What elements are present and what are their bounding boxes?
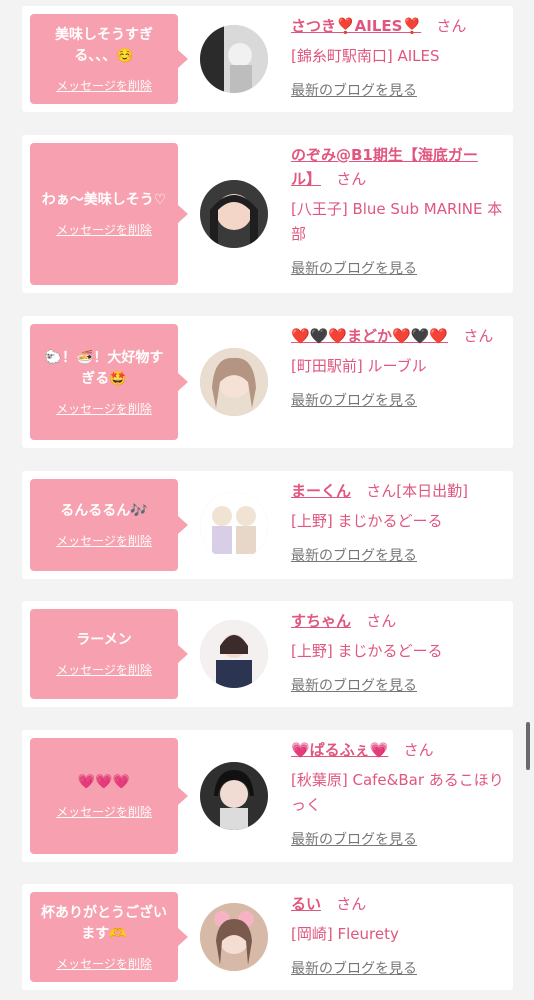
- cast-name-link[interactable]: るい: [291, 895, 321, 913]
- status-suffix: [本日出勤]: [396, 482, 469, 500]
- honorific: さん: [366, 612, 397, 630]
- honorific: さん: [336, 895, 367, 913]
- message-bubble: わぁ〜美味しそう♡ メッセージを削除: [30, 143, 188, 285]
- delete-message-link[interactable]: メッセージを削除: [56, 661, 152, 678]
- cast-info: まーくん さん[本日出勤] [上野] まじかるどーる 最新のブログを見る: [291, 479, 507, 567]
- shop-link[interactable]: [錦糸町駅南口] AILES: [291, 44, 507, 69]
- cast-info: ❤️🖤❤️まどか❤️🖤❤️ さん [町田駅前] ルーブル 最新のブログを見る: [291, 324, 507, 412]
- message-bubble: るんるるん🎶 メッセージを削除: [30, 479, 188, 571]
- delete-message-link[interactable]: メッセージを削除: [56, 400, 152, 417]
- avatar[interactable]: [200, 492, 268, 560]
- latest-blog-link[interactable]: 最新のブログを見る: [291, 829, 507, 851]
- delete-message-link[interactable]: メッセージを削除: [56, 955, 152, 972]
- avatar[interactable]: [200, 762, 268, 830]
- cast-name-link[interactable]: すちゃん: [291, 612, 351, 630]
- message-bubble: 杯ありがとうございます🫶 メッセージを削除: [30, 892, 188, 982]
- message-card: るんるるん🎶 メッセージを削除 まーくん さん[本日出勤] [上野] まじかるど…: [22, 471, 513, 579]
- scrollbar[interactable]: [526, 722, 530, 770]
- cast-info: のぞみ@B1期生【海底ガール】 さん [八王子] Blue Sub MARINE…: [291, 143, 507, 280]
- cast-info: すちゃん さん [上野] まじかるどーる 最新のブログを見る: [291, 609, 507, 697]
- latest-blog-link[interactable]: 最新のブログを見る: [291, 390, 507, 412]
- avatar[interactable]: [200, 348, 268, 416]
- message-text: わぁ〜美味しそう♡: [41, 192, 167, 208]
- cast-name-link[interactable]: ❤️🖤❤️まどか❤️🖤❤️: [291, 327, 448, 345]
- latest-blog-link[interactable]: 最新のブログを見る: [291, 545, 507, 567]
- shop-link[interactable]: [八王子] Blue Sub MARINE 本部: [291, 197, 507, 247]
- avatar[interactable]: [200, 903, 268, 971]
- avatar[interactable]: [200, 180, 268, 248]
- shop-link[interactable]: [町田駅前] ルーブル: [291, 354, 507, 379]
- cast-info: るい さん [岡崎] Fleurety 最新のブログを見る: [291, 892, 507, 980]
- message-bubble: 美味しそうすぎる、、、☺️ メッセージを削除: [30, 14, 188, 104]
- message-text: ラーメン: [76, 632, 132, 648]
- avatar[interactable]: [200, 25, 268, 93]
- message-card: ラーメン メッセージを削除 すちゃん さん [上野] まじかるどーる 最新のブロ…: [22, 601, 513, 707]
- cast-name-link[interactable]: 💗ぱるふぇ💗: [291, 741, 388, 759]
- delete-message-link[interactable]: メッセージを削除: [56, 803, 152, 820]
- honorific: さん: [403, 741, 434, 759]
- cast-info: さつき❣️AILES❣️ さん [錦糸町駅南口] AILES 最新のブログを見る: [291, 14, 507, 102]
- message-card: 美味しそうすぎる、、、☺️ メッセージを削除 さつき❣️AILES❣️ さん […: [22, 6, 513, 112]
- shop-link[interactable]: [上野] まじかるどーる: [291, 509, 507, 534]
- message-text: 💗💗💗: [77, 774, 131, 790]
- latest-blog-link[interactable]: 最新のブログを見る: [291, 258, 507, 280]
- delete-message-link[interactable]: メッセージを削除: [56, 532, 152, 549]
- message-card: 💗💗💗 メッセージを削除 💗ぱるふぇ💗 さん [秋葉原] Cafe&Bar ある…: [22, 730, 513, 862]
- message-text: 🐑！🍜！大好物すぎる🤩: [44, 349, 164, 387]
- message-text: 杯ありがとうございます🫶: [41, 904, 167, 942]
- honorific: さん: [336, 170, 367, 188]
- honorific: さん: [436, 17, 467, 35]
- delete-message-link[interactable]: メッセージを削除: [56, 77, 152, 94]
- avatar[interactable]: [200, 620, 268, 688]
- cast-info: 💗ぱるふぇ💗 さん [秋葉原] Cafe&Bar あるこほりっく 最新のブログを…: [291, 738, 507, 851]
- delete-message-link[interactable]: メッセージを削除: [56, 221, 152, 238]
- honorific: さん: [463, 327, 494, 345]
- message-card: わぁ〜美味しそう♡ メッセージを削除 のぞみ@B1期生【海底ガール】 さん [八…: [22, 135, 513, 293]
- shop-link[interactable]: [上野] まじかるどーる: [291, 639, 507, 664]
- message-bubble: 🐑！🍜！大好物すぎる🤩 メッセージを削除: [30, 324, 188, 440]
- latest-blog-link[interactable]: 最新のブログを見る: [291, 80, 507, 102]
- latest-blog-link[interactable]: 最新のブログを見る: [291, 675, 507, 697]
- cast-name-link[interactable]: さつき❣️AILES❣️: [291, 17, 421, 35]
- cast-name-link[interactable]: まーくん: [291, 482, 351, 500]
- honorific: さん: [366, 482, 397, 500]
- cast-name-link[interactable]: のぞみ@B1期生【海底ガール】: [291, 146, 478, 188]
- shop-link[interactable]: [秋葉原] Cafe&Bar あるこほりっく: [291, 768, 507, 818]
- message-text: 美味しそうすぎる、、、☺️: [55, 26, 153, 64]
- message-text: るんるるん🎶: [60, 503, 148, 519]
- shop-link[interactable]: [岡崎] Fleurety: [291, 922, 507, 947]
- message-card: 杯ありがとうございます🫶 メッセージを削除 るい さん [岡崎] Fleuret…: [22, 884, 513, 990]
- latest-blog-link[interactable]: 最新のブログを見る: [291, 958, 507, 980]
- message-bubble: 💗💗💗 メッセージを削除: [30, 738, 188, 854]
- message-card: 🐑！🍜！大好物すぎる🤩 メッセージを削除 ❤️🖤❤️まどか❤️🖤❤️ さん [町…: [22, 316, 513, 448]
- message-bubble: ラーメン メッセージを削除: [30, 609, 188, 699]
